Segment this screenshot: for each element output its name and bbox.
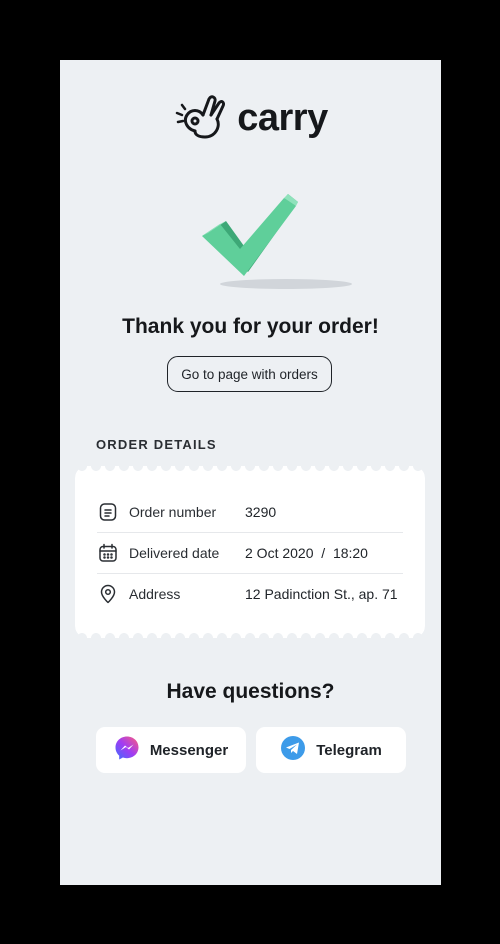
- order-details-heading: ORDER DETAILS: [96, 437, 217, 452]
- delivered-date-label: Delivered date: [129, 545, 220, 561]
- order-number-label: Order number: [129, 504, 217, 520]
- receipt-icon: [97, 501, 119, 523]
- delivered-date-row: Delivered date 2 Oct 2020 / 18:20: [97, 533, 403, 573]
- location-pin-icon: [97, 583, 119, 605]
- success-checkmark-icon: [200, 188, 360, 298]
- support-title: Have questions?: [166, 680, 335, 703]
- telegram-icon: [280, 735, 306, 765]
- calendar-icon: [97, 542, 119, 564]
- go-to-orders-button[interactable]: Go to page with orders: [167, 356, 332, 392]
- brand-name: carry: [237, 96, 328, 139]
- brand-logo: carry: [60, 90, 441, 146]
- confirmation-title: Thank you for your order!: [122, 315, 379, 338]
- address-label: Address: [129, 586, 181, 602]
- telegram-button[interactable]: Telegram: [256, 727, 406, 773]
- address-row: Address 12 Padinction St., ap. 71: [97, 574, 403, 614]
- order-number-row: Order number 3290: [97, 492, 403, 532]
- messenger-button[interactable]: Messenger: [96, 727, 246, 773]
- messenger-icon: [114, 735, 140, 765]
- telegram-label: Telegram: [316, 741, 382, 759]
- order-number-value: 3290: [245, 504, 277, 520]
- ok-hand-icon: [173, 91, 231, 146]
- app-screen: carry Thank you for your order! Go to pa…: [60, 60, 441, 885]
- messenger-label: Messenger: [149, 741, 229, 759]
- order-details-card: Order number 3290 Delivered date 2 Oct 2…: [75, 466, 425, 638]
- address-value: 12 Padinction St., ap. 71: [245, 586, 398, 602]
- delivered-date-value: 2 Oct 2020 / 18:20: [245, 545, 368, 561]
